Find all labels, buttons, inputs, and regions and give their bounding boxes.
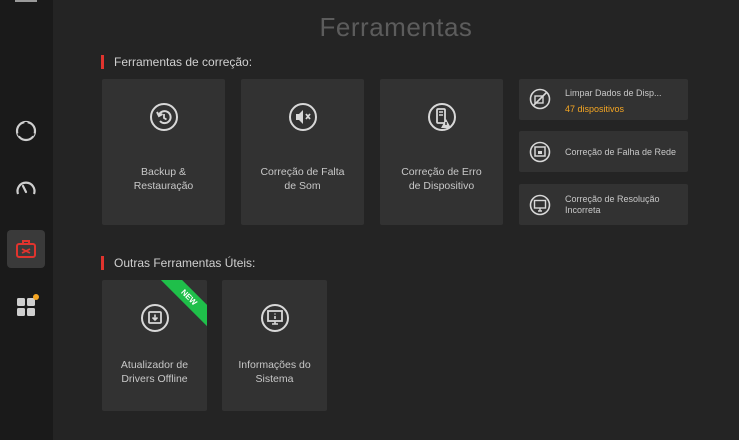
section-title-fix-tools: Ferramentas de correção: xyxy=(101,55,252,69)
backup-restore-card[interactable]: Backup & Restauração xyxy=(102,79,225,225)
device-count: 47 dispositivos xyxy=(565,104,625,114)
sound-fix-label: Correção de Falta de Som xyxy=(260,166,345,192)
system-info-icon xyxy=(260,303,290,333)
offline-driver-card[interactable]: NEW Atualizador de Drivers Offline xyxy=(102,280,207,411)
page-title: Ferramentas xyxy=(319,12,473,42)
resolution-fix-label: Correção de Resolução Incorreta xyxy=(565,194,660,215)
clean-device-data-card[interactable]: Limpar Dados de Disp... 47 dispositivos xyxy=(519,79,688,120)
network-fix-card[interactable]: Correção de Falha de Rede xyxy=(519,131,688,172)
sound-fix-card[interactable]: Correção de Falta de Som xyxy=(241,79,364,225)
device-error-card[interactable]: Correção de Erro de Dispositivo xyxy=(380,79,503,225)
system-info-label: Informações do Sistema xyxy=(238,359,311,385)
section-title-other-tools: Outras Ferramentas Úteis: xyxy=(101,256,255,270)
notification-dot xyxy=(33,294,39,300)
network-icon xyxy=(529,141,551,163)
device-error-label: Correção de Erro de Dispositivo xyxy=(401,166,482,192)
offline-driver-label: Atualizador de Drivers Offline xyxy=(120,359,189,385)
monitor-resolution-icon xyxy=(529,194,551,216)
offline-driver-icon xyxy=(140,303,170,333)
speaker-mute-icon xyxy=(288,102,318,132)
toolbox-icon[interactable] xyxy=(7,230,45,268)
apps-icon[interactable] xyxy=(7,288,45,326)
sidebar xyxy=(0,0,53,440)
resolution-fix-card[interactable]: Correção de Resolução Incorreta xyxy=(519,184,688,225)
backup-restore-label: Backup & Restauração xyxy=(133,166,194,192)
system-info-card[interactable]: Informações do Sistema xyxy=(222,280,327,411)
scan-icon[interactable] xyxy=(7,112,45,150)
device-warning-icon xyxy=(427,102,457,132)
device-clean-icon xyxy=(529,88,551,110)
backup-restore-icon xyxy=(149,102,179,132)
menu-icon[interactable] xyxy=(15,0,37,2)
network-fix-label: Correção de Falha de Rede xyxy=(565,147,677,157)
main-content: Ferramentas Ferramentas de correção: Bac… xyxy=(53,0,739,440)
clean-device-data-label: Limpar Dados de Disp... xyxy=(565,88,662,98)
speedometer-icon[interactable] xyxy=(7,170,45,208)
